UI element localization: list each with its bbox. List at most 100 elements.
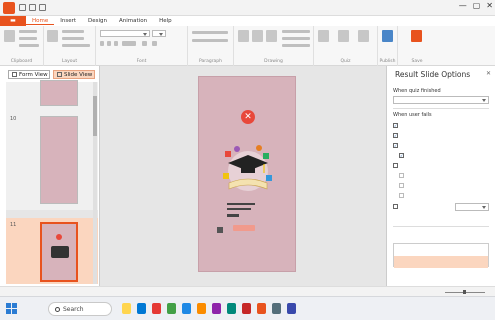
checkbox-checked-icon[interactable]: ✓ (393, 123, 398, 128)
list-item-selected[interactable] (394, 256, 488, 268)
app-icon[interactable] (197, 303, 206, 314)
tab-home[interactable]: Home (26, 18, 55, 25)
disabled-option (399, 193, 406, 198)
taskbar-apps (122, 303, 296, 314)
section-header[interactable] (6, 210, 98, 218)
tab-design[interactable]: Design (82, 18, 113, 24)
title-bar: — ▢ ✕ (0, 0, 495, 16)
ribbon-group-font: Font (96, 26, 188, 66)
checkbox-checked-icon[interactable]: ✓ (393, 133, 398, 138)
close-icon[interactable]: ✕ (486, 70, 491, 77)
tab-insert[interactable]: Insert (54, 18, 82, 24)
checkbox-empty-icon[interactable] (393, 204, 398, 209)
align-icon[interactable] (192, 39, 228, 42)
properties-gear-icon[interactable] (338, 30, 349, 42)
result-slide[interactable]: ✕ (198, 76, 296, 272)
app-icon[interactable] (287, 303, 296, 314)
app-icon[interactable] (212, 303, 221, 314)
scrollbar-thumb[interactable] (93, 96, 97, 136)
shape-outline-button[interactable] (282, 37, 310, 40)
option-checkbox[interactable]: ✓ (393, 133, 400, 138)
option-checkbox[interactable]: ✓ (393, 123, 400, 128)
file-explorer-icon[interactable] (122, 303, 131, 314)
reset-button[interactable] (62, 37, 84, 40)
app-icon[interactable] (272, 303, 281, 314)
player-icon[interactable] (358, 30, 369, 42)
duplicate-button[interactable] (62, 44, 90, 47)
strikethrough-icon[interactable] (122, 41, 136, 46)
app-icon[interactable] (182, 303, 191, 314)
taskbar-search[interactable]: Search (48, 302, 112, 316)
underline-icon[interactable] (114, 41, 118, 46)
thumb-illustration-icon (51, 246, 69, 258)
app-icon[interactable] (227, 303, 236, 314)
highlight-icon[interactable] (152, 41, 157, 46)
close-window-button[interactable]: ✕ (486, 1, 493, 10)
list-item[interactable] (394, 244, 488, 256)
paste-icon[interactable] (4, 30, 15, 42)
layout-button[interactable] (62, 30, 84, 33)
when-quiz-finished-select[interactable] (393, 96, 489, 104)
redo-icon[interactable] (39, 4, 46, 11)
view-switcher: Form View Slide View (8, 70, 95, 79)
checkbox-checked-icon[interactable]: ✓ (393, 143, 398, 148)
window-controls: — ▢ ✕ (459, 1, 493, 10)
thumbnails-scrollbar[interactable] (93, 82, 97, 284)
minimize-button[interactable]: — (459, 1, 467, 10)
edge-icon[interactable] (137, 303, 146, 314)
maximize-button[interactable]: ▢ (473, 1, 481, 10)
ribbon-group-label: Drawing (264, 59, 283, 64)
ribbon-group-layout: Layout (44, 26, 96, 66)
slide-thumbnail-9[interactable] (40, 80, 78, 106)
font-size-select[interactable] (152, 30, 166, 37)
option-checkbox[interactable] (393, 163, 400, 168)
fail-x-icon: ✕ (241, 110, 255, 124)
tab-help[interactable]: Help (153, 18, 178, 24)
preview-play-icon[interactable] (382, 30, 393, 42)
bullets-icon[interactable] (192, 31, 228, 34)
arrange-icon[interactable] (252, 30, 263, 42)
ribbon-group-label: Publish (379, 59, 396, 64)
checkbox-empty-icon (399, 193, 404, 198)
quick-styles-icon[interactable] (266, 30, 277, 42)
new-slide-icon[interactable] (47, 30, 58, 42)
save-icon[interactable] (19, 4, 26, 11)
zoom-slider[interactable] (445, 290, 485, 294)
zoom-thumb[interactable] (463, 290, 466, 294)
file-tab[interactable]: ▬ (0, 16, 26, 26)
undo-icon[interactable] (29, 4, 36, 11)
disabled-option (399, 183, 406, 188)
checkbox-checked-icon[interactable]: ✓ (399, 153, 404, 158)
shape-fill-button[interactable] (282, 30, 310, 33)
format-painter-button[interactable] (19, 44, 39, 47)
shape-effects-button[interactable] (282, 44, 310, 47)
ribbon-group-label: Save (411, 59, 423, 64)
checkbox-empty-icon[interactable] (393, 163, 398, 168)
slide-thumbnail-11[interactable] (40, 222, 78, 282)
slide-review-button[interactable] (233, 225, 255, 231)
app-icon[interactable] (167, 303, 176, 314)
option-checkbox[interactable]: ✓ (393, 143, 400, 148)
form-view-button[interactable]: Form View (8, 70, 50, 79)
app-icon[interactable] (242, 303, 251, 314)
ribbon-tabs: ▬ Home Insert Design Animation Help (0, 16, 495, 26)
bold-icon[interactable] (100, 41, 104, 46)
tab-animation[interactable]: Animation (113, 18, 153, 24)
option-checkbox[interactable]: ✓ (399, 153, 406, 158)
save-and-return-icon[interactable] (411, 30, 422, 42)
retry-select[interactable] (455, 203, 489, 211)
copy-button[interactable] (19, 37, 37, 40)
font-color-icon[interactable] (142, 41, 147, 46)
translation-icon[interactable] (318, 30, 329, 42)
font-name-select[interactable] (100, 30, 150, 37)
slide-view-button[interactable]: Slide View (53, 70, 95, 79)
windows-start-icon[interactable] (6, 303, 17, 314)
cut-button[interactable] (19, 30, 37, 33)
shapes-icon[interactable] (238, 30, 249, 42)
retry-checkbox[interactable] (393, 204, 400, 209)
slide-thumbnail-10[interactable] (40, 116, 78, 204)
app-icon[interactable] (152, 303, 161, 314)
italic-icon[interactable] (107, 41, 111, 46)
ispring-icon[interactable] (257, 303, 266, 314)
ribbon-group-drawing: Drawing (234, 26, 314, 66)
